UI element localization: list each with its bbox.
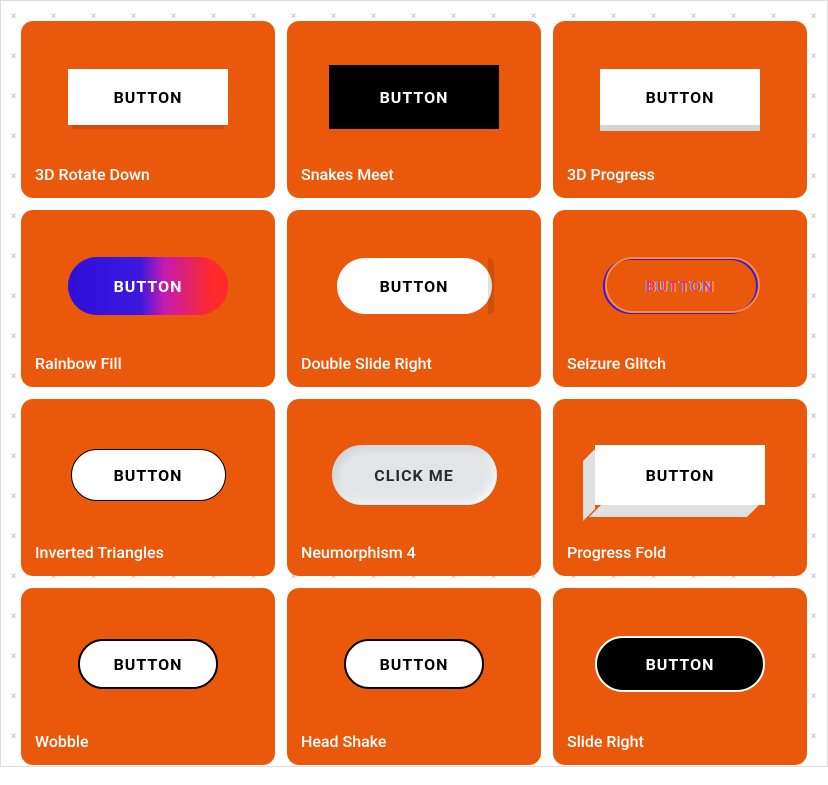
demo-button[interactable]: CLICK ME xyxy=(332,445,497,505)
card-double-slide-right[interactable]: BUTTON Double Slide Right xyxy=(287,210,541,387)
button-gallery-grid: BUTTON 3D Rotate Down BUTTON Snakes Meet… xyxy=(1,1,827,785)
demo-button[interactable]: BUTTON xyxy=(344,639,484,689)
demo-button[interactable]: BUTTON xyxy=(600,69,760,125)
button-label: BUTTON xyxy=(646,655,715,674)
demo-button[interactable]: BUTTON xyxy=(68,257,228,315)
button-area: BUTTON xyxy=(35,35,261,159)
card-rainbow-fill[interactable]: BUTTON Rainbow Fill xyxy=(21,210,275,387)
card-title: Double Slide Right xyxy=(301,354,527,373)
demo-button[interactable]: BUTTON xyxy=(68,69,228,125)
card-title: Neumorphism 4 xyxy=(301,543,527,562)
demo-button[interactable]: BUTTON xyxy=(603,258,758,314)
card-title: Wobble xyxy=(35,732,261,751)
card-wobble[interactable]: BUTTON Wobble xyxy=(21,588,275,765)
card-title: Slide Right xyxy=(567,732,793,751)
button-label: BUTTON xyxy=(380,88,449,107)
card-slide-right[interactable]: BUTTON Slide Right xyxy=(553,588,807,765)
demo-button[interactable]: BUTTON xyxy=(78,639,218,689)
card-3d-rotate-down[interactable]: BUTTON 3D Rotate Down xyxy=(21,21,275,198)
demo-button[interactable]: BUTTON xyxy=(71,449,226,501)
card-title: 3D Rotate Down xyxy=(35,165,261,184)
button-area: BUTTON xyxy=(567,413,793,537)
card-3d-progress[interactable]: BUTTON 3D Progress xyxy=(553,21,807,198)
card-head-shake[interactable]: BUTTON Head Shake xyxy=(287,588,541,765)
card-title: Seizure Glitch xyxy=(567,354,793,373)
card-title: Head Shake xyxy=(301,732,527,751)
button-label: BUTTON xyxy=(380,655,449,674)
demo-button[interactable]: BUTTON xyxy=(329,65,499,129)
button-label: BUTTON xyxy=(114,277,183,296)
button-label: CLICK ME xyxy=(374,466,453,485)
button-label: BUTTON xyxy=(646,277,715,296)
button-label: BUTTON xyxy=(380,277,449,296)
button-label: BUTTON xyxy=(114,88,183,107)
button-area: BUTTON xyxy=(567,602,793,726)
button-label: BUTTON xyxy=(646,88,715,107)
card-seizure-glitch[interactable]: BUTTON Seizure Glitch xyxy=(553,210,807,387)
card-progress-fold[interactable]: BUTTON Progress Fold xyxy=(553,399,807,576)
button-label: BUTTON xyxy=(646,466,715,485)
button-area: BUTTON xyxy=(35,224,261,348)
card-snakes-meet[interactable]: BUTTON Snakes Meet xyxy=(287,21,541,198)
card-title: Rainbow Fill xyxy=(35,354,261,373)
card-neumorphism-4[interactable]: CLICK ME Neumorphism 4 xyxy=(287,399,541,576)
button-area: BUTTON xyxy=(301,35,527,159)
card-title: Progress Fold xyxy=(567,543,793,562)
button-area: BUTTON xyxy=(35,602,261,726)
demo-button[interactable]: BUTTON xyxy=(595,636,765,692)
button-area: CLICK ME xyxy=(301,413,527,537)
demo-button[interactable]: BUTTON xyxy=(595,445,765,505)
button-area: BUTTON xyxy=(567,224,793,348)
card-title: Snakes Meet xyxy=(301,165,527,184)
button-label: BUTTON xyxy=(114,466,183,485)
button-area: BUTTON xyxy=(567,35,793,159)
demo-button[interactable]: BUTTON xyxy=(337,258,492,314)
card-inverted-triangles[interactable]: BUTTON Inverted Triangles xyxy=(21,399,275,576)
button-area: BUTTON xyxy=(35,413,261,537)
button-area: BUTTON xyxy=(301,602,527,726)
button-label: BUTTON xyxy=(114,655,183,674)
card-title: Inverted Triangles xyxy=(35,543,261,562)
button-area: BUTTON xyxy=(301,224,527,348)
card-title: 3D Progress xyxy=(567,165,793,184)
